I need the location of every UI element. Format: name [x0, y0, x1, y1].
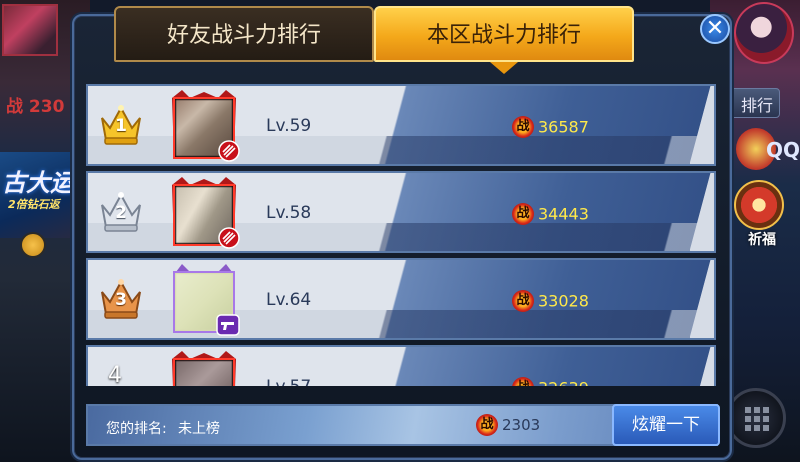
claw-class-icon — [218, 140, 240, 162]
show-off-button[interactable]: 炫耀一下 — [612, 404, 720, 446]
background-emoji-icon — [20, 232, 46, 258]
power-icon: 战 — [512, 290, 534, 312]
ranking-row[interactable]: 2 Lv.58 战 34443 — [86, 171, 716, 253]
menu-grid-icon — [726, 388, 786, 448]
power-icon: 战 — [476, 414, 498, 436]
player-power: 战 34443 — [512, 203, 589, 225]
gold-crown-icon: 1 — [98, 102, 144, 146]
player-avatar — [734, 2, 794, 64]
my-power: 战 2303 — [476, 414, 540, 436]
power-value: 33028 — [538, 291, 589, 311]
background-qq-text: QQ — [765, 138, 800, 162]
rank-number: 2 — [115, 203, 127, 223]
my-rank-label: 您的排名: — [106, 421, 167, 437]
silver-crown-icon: 2 — [98, 189, 144, 233]
background-banner-text: 古大运 — [2, 169, 74, 197]
active-tab-pointer — [490, 62, 518, 74]
power-icon: 战 — [512, 377, 534, 386]
power-value: 36587 — [538, 117, 589, 137]
close-button[interactable]: ✕ — [700, 14, 730, 44]
player-power: 战 33028 — [512, 290, 589, 312]
player-level: Lv.64 — [266, 290, 312, 310]
player-avatar-frame — [168, 351, 240, 386]
claw-class-icon — [218, 227, 240, 249]
my-rank-value: 未上榜 — [178, 421, 220, 437]
player-avatar-frame — [168, 264, 240, 338]
rank-number: 3 — [115, 290, 127, 310]
my-power-value: 2303 — [502, 416, 541, 434]
power-value: 34443 — [538, 204, 589, 224]
power-icon: 战 — [512, 203, 534, 225]
bronze-crown-icon: 3 — [98, 276, 144, 320]
tab-friends-ranking[interactable]: 好友战斗力排行 — [114, 6, 374, 62]
player-avatar-image — [176, 361, 232, 386]
pray-icon — [734, 180, 784, 230]
player-power: 战 32639 — [512, 377, 589, 386]
gun-class-icon — [216, 314, 240, 336]
ranking-row[interactable]: 3 Lv.64 战 33028 — [86, 258, 716, 340]
background-thumbnail — [2, 4, 58, 56]
player-power: 战 36587 — [512, 116, 589, 138]
ranking-row[interactable]: 1 Lv.59 战 36587 — [86, 84, 716, 166]
tab-region-ranking[interactable]: 本区战斗力排行 — [374, 6, 634, 62]
power-value: 32639 — [538, 379, 589, 387]
pray-label: 祈福 — [748, 232, 776, 248]
power-icon: 战 — [512, 116, 534, 138]
rank-number: 4 — [108, 363, 122, 386]
player-level: Lv.58 — [266, 203, 312, 223]
player-level: Lv.59 — [266, 116, 312, 136]
ranking-row[interactable]: 4 Lv.57 战 32639 — [86, 345, 716, 386]
background-power-text: 战 230 — [6, 97, 65, 117]
player-avatar-frame — [168, 177, 240, 251]
ranking-list[interactable]: 1 Lv.59 战 36587 2 Lv.58 战 34443 3 Lv.64 … — [86, 84, 718, 386]
player-level: Lv.57 — [266, 377, 311, 386]
rank-number: 1 — [115, 116, 127, 136]
player-avatar-frame — [168, 90, 240, 164]
background-banner-subtext: 2倍钻石返 — [8, 198, 60, 211]
